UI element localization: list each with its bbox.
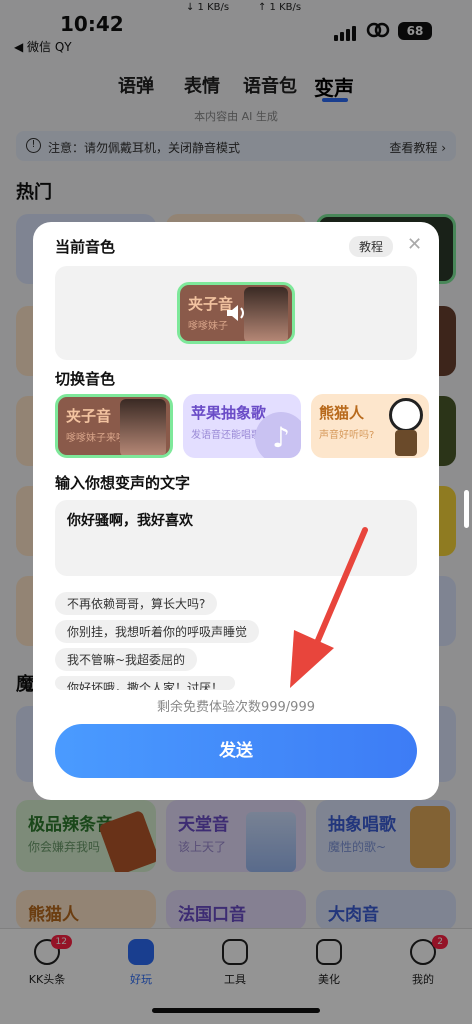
suggestion-chip[interactable]: 你好坏哦，撒个人家！讨厌！ [55,676,236,690]
voice-option-apple-song[interactable]: 苹果抽象歌 发语音还能唱歌? ♪ [183,394,301,458]
voice-option-clip[interactable]: 夹子音 嗲嗲妹子来啦 [55,394,173,458]
close-icon[interactable]: ✕ [407,234,422,255]
send-button[interactable]: 发送 [55,724,417,778]
voice-option-title: 夹子音 [66,407,112,425]
panda-face-image [389,398,423,432]
voice-change-dialog: 当前音色 教程 ✕ 夹子音 嗲嗲妹子 切换音色 夹子音 嗲嗲妹子来啦 苹果抽象歌… [33,222,439,800]
avatar-image [120,399,166,455]
voice-option-title: 苹果抽象歌 [191,404,267,422]
speaker-icon[interactable] [224,301,248,325]
current-voice-card[interactable]: 夹子音 嗲嗲妹子 [177,282,295,344]
voice-option-title: 熊猫人 [319,404,365,422]
tutorial-button[interactable]: 教程 [349,236,394,257]
switch-voice-title: 切换音色 [55,370,116,388]
music-note-icon: ♪ [255,412,301,458]
avatar-image [244,287,288,341]
voice-option-subtitle: 嗲嗲妹子来啦 [66,433,126,444]
current-voice-subtitle: 嗲嗲妹子 [188,321,228,332]
scroll-handle[interactable] [464,490,469,528]
suggestion-chip[interactable]: 不再依赖哥哥，算长大吗? [55,592,218,615]
panda-body-image [395,430,417,456]
suggestion-chip[interactable]: 你别挂，我想听着你的呼吸声睡觉 [55,620,260,643]
voice-option-panda[interactable]: 熊猫人 声音好听吗? [311,394,429,458]
suggestion-chip[interactable]: 我不管嘛~我超委屈的 [55,648,198,671]
remaining-count: 剩余免费体验次数999/999 [156,700,315,715]
voice-option-subtitle: 声音好听吗? [319,430,375,441]
current-voice-panel: 夹子音 嗲嗲妹子 [55,266,417,360]
input-title: 输入你想变声的文字 [55,474,191,492]
voice-text-input[interactable]: 你好骚啊，我好喜欢 [55,500,417,576]
current-voice-title: 当前音色 [55,238,116,256]
